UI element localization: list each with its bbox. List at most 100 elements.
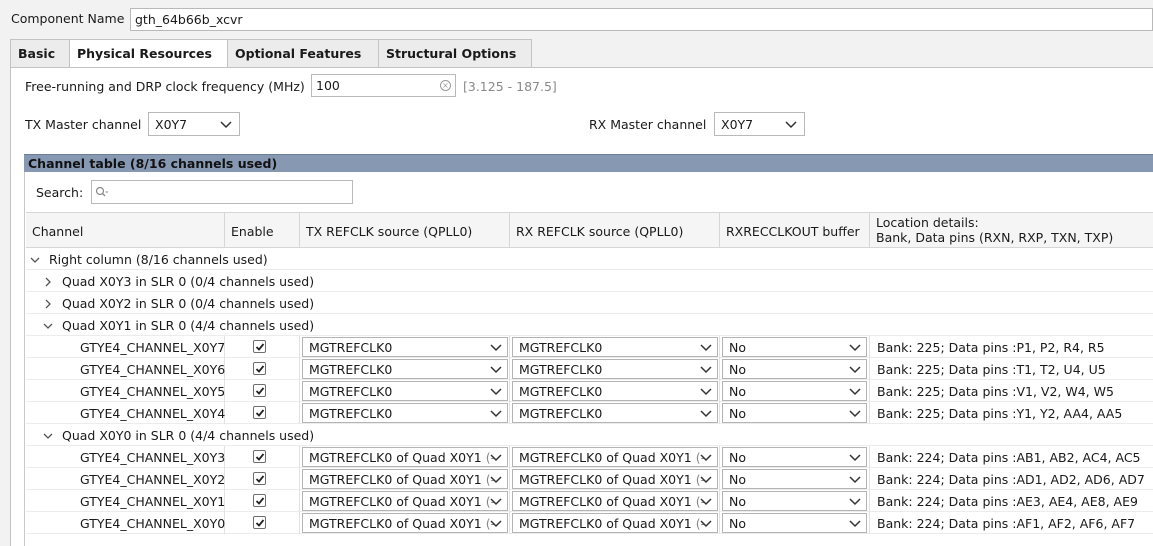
- tx-refclk-select[interactable]: MGTREFCLK0 of Quad X0Y1 (-: [302, 491, 508, 511]
- chevron-right-icon[interactable]: [43, 297, 53, 309]
- rx-refclk-select[interactable]: MGTREFCLK0 of Quad X0Y1 (-: [512, 491, 718, 511]
- tx-master-value: X0Y7: [155, 117, 188, 132]
- rx-refclk-select[interactable]: MGTREFCLK0: [512, 337, 718, 357]
- rx-master-label: RX Master channel: [589, 117, 707, 132]
- cell-divider: [869, 512, 870, 534]
- tx-refclk-select[interactable]: MGTREFCLK0: [302, 337, 508, 357]
- tree-group-label: Quad X0Y3 in SLR 0 (0/4 channels used): [62, 274, 315, 289]
- rxrecclkout-select[interactable]: No: [722, 447, 867, 467]
- enable-checkbox[interactable]: [253, 450, 266, 463]
- tab-bar: Basic Physical Resources Optional Featur…: [10, 39, 1153, 69]
- cell-divider: [719, 336, 720, 358]
- rx-master-select[interactable]: X0Y7: [714, 112, 805, 136]
- chevron-right-icon[interactable]: [43, 275, 53, 287]
- tx-refclk-select[interactable]: MGTREFCLK0: [302, 359, 508, 379]
- check-icon: [255, 519, 265, 527]
- chevron-down-icon: [849, 410, 861, 418]
- tab-basic[interactable]: Basic: [10, 39, 70, 68]
- tree-group-row[interactable]: Quad X0Y3 in SLR 0 (0/4 channels used): [26, 270, 1153, 292]
- column-header-rxrecclkout[interactable]: RXRECCLKOUT buffer: [720, 213, 870, 248]
- tab-structural-options[interactable]: Structural Options: [378, 39, 532, 68]
- rxrecclkout-select[interactable]: No: [722, 491, 867, 511]
- dropdown-value: No: [729, 362, 746, 377]
- tx-master-select[interactable]: X0Y7: [148, 112, 240, 136]
- dropdown-value: MGTREFCLK0: [309, 340, 393, 355]
- rxrecclkout-select[interactable]: No: [722, 403, 867, 423]
- rx-refclk-select[interactable]: MGTREFCLK0: [512, 359, 718, 379]
- component-name-input[interactable]: gth_64b66b_xcvr: [130, 8, 1153, 31]
- channel-name: GTYE4_CHANNEL_X0Y5: [80, 384, 226, 399]
- tx-refclk-select[interactable]: MGTREFCLK0: [302, 403, 508, 423]
- tx-refclk-select[interactable]: MGTREFCLK0: [302, 381, 508, 401]
- tree-group-row[interactable]: Quad X0Y2 in SLR 0 (0/4 channels used): [26, 292, 1153, 314]
- search-input[interactable]: [91, 180, 353, 204]
- rx-refclk-select[interactable]: MGTREFCLK0 of Quad X0Y1 (-: [512, 469, 718, 489]
- check-icon: [255, 453, 265, 461]
- tx-refclk-select[interactable]: MGTREFCLK0 of Quad X0Y1 (-: [302, 513, 508, 533]
- check-icon: [255, 497, 265, 505]
- clock-frequency-value: 100: [316, 78, 340, 93]
- column-header-enable[interactable]: Enable: [225, 213, 300, 248]
- column-header-rx-refclk[interactable]: RX REFCLK source (QPLL0): [510, 213, 720, 248]
- chevron-down-icon: [490, 476, 502, 484]
- rx-refclk-select[interactable]: MGTREFCLK0 of Quad X0Y1 (-: [512, 447, 718, 467]
- rx-refclk-select[interactable]: MGTREFCLK0: [512, 403, 718, 423]
- enable-checkbox[interactable]: [253, 340, 266, 353]
- chevron-down-icon: [849, 520, 861, 528]
- cell-divider: [719, 380, 720, 402]
- cell-divider: [509, 358, 510, 380]
- rxrecclkout-select[interactable]: No: [722, 513, 867, 533]
- table-row: GTYE4_CHANNEL_X0Y2 MGTREFCLK0 of Quad X0Y…: [26, 468, 1153, 490]
- column-header-tx-refclk[interactable]: TX REFCLK source (QPLL0): [300, 213, 510, 248]
- chevron-down-icon: [849, 454, 861, 462]
- tx-refclk-select[interactable]: MGTREFCLK0 of Quad X0Y1 (-: [302, 447, 508, 467]
- dropdown-value: MGTREFCLK0 of Quad X0Y1: [519, 450, 692, 465]
- tree-group-row[interactable]: Quad X0Y1 in SLR 0 (4/4 channels used): [26, 314, 1153, 336]
- clock-frequency-range: [3.125 - 187.5]: [463, 79, 557, 94]
- enable-checkbox[interactable]: [253, 472, 266, 485]
- tree-group-row[interactable]: Right column (8/16 channels used): [26, 248, 1153, 270]
- rxrecclkout-select[interactable]: No: [722, 381, 867, 401]
- tree-group-row[interactable]: Quad X0Y0 in SLR 0 (4/4 channels used): [26, 424, 1153, 446]
- chevron-down-icon: [849, 344, 861, 352]
- rxrecclkout-select[interactable]: No: [722, 469, 867, 489]
- tab-physical-resources[interactable]: Physical Resources: [69, 39, 234, 69]
- cell-divider: [299, 402, 300, 424]
- enable-checkbox[interactable]: [253, 384, 266, 397]
- dropdown-value: MGTREFCLK0: [519, 340, 603, 355]
- clear-icon[interactable]: ×: [440, 80, 451, 91]
- cell-divider: [299, 446, 300, 468]
- search-icon: [95, 186, 108, 197]
- chevron-down-icon: [490, 366, 502, 374]
- chevron-down-icon: [490, 344, 502, 352]
- rx-refclk-select[interactable]: MGTREFCLK0: [512, 381, 718, 401]
- enable-checkbox[interactable]: [253, 494, 266, 507]
- cell-divider: [719, 402, 720, 424]
- chevron-down-icon[interactable]: [43, 429, 53, 439]
- cell-divider: [509, 446, 510, 468]
- clock-frequency-input[interactable]: 100 ×: [311, 74, 456, 97]
- chevron-down-icon[interactable]: [43, 319, 53, 329]
- channel-name: GTYE4_CHANNEL_X0Y4: [80, 406, 226, 421]
- column-header-channel[interactable]: Channel: [26, 213, 225, 248]
- chevron-down-icon: [490, 454, 502, 462]
- cell-divider: [869, 380, 870, 402]
- cell-divider: [869, 468, 870, 490]
- rxrecclkout-select[interactable]: No: [722, 337, 867, 357]
- dropdown-value: No: [729, 450, 746, 465]
- enable-checkbox[interactable]: [253, 516, 266, 529]
- rxrecclkout-select[interactable]: No: [722, 359, 867, 379]
- tab-optional-features[interactable]: Optional Features: [227, 39, 379, 68]
- location-details: Bank: 225; Data pins :P1, P2, R4, R5: [877, 340, 1105, 355]
- cell-divider: [299, 490, 300, 512]
- column-header-location[interactable]: Location details: Bank, Data pins (RXN, R…: [870, 213, 1153, 248]
- chevron-down-icon[interactable]: [30, 253, 40, 263]
- rx-refclk-select[interactable]: MGTREFCLK0 of Quad X0Y1 (-: [512, 513, 718, 533]
- enable-checkbox[interactable]: [253, 406, 266, 419]
- physical-resources-panel: Free-running and DRP clock frequency (MH…: [10, 67, 1153, 546]
- enable-checkbox[interactable]: [253, 362, 266, 375]
- tx-refclk-select[interactable]: MGTREFCLK0 of Quad X0Y1 (-: [302, 469, 508, 489]
- table-row: GTYE4_CHANNEL_X0Y7 MGTREFCLK0 MGTREFCLK0 No…: [26, 336, 1153, 358]
- dropdown-value: MGTREFCLK0 of Quad X0Y1: [309, 472, 482, 487]
- grid-header: Channel Enable TX REFCLK source (QPLL0) …: [26, 212, 1153, 248]
